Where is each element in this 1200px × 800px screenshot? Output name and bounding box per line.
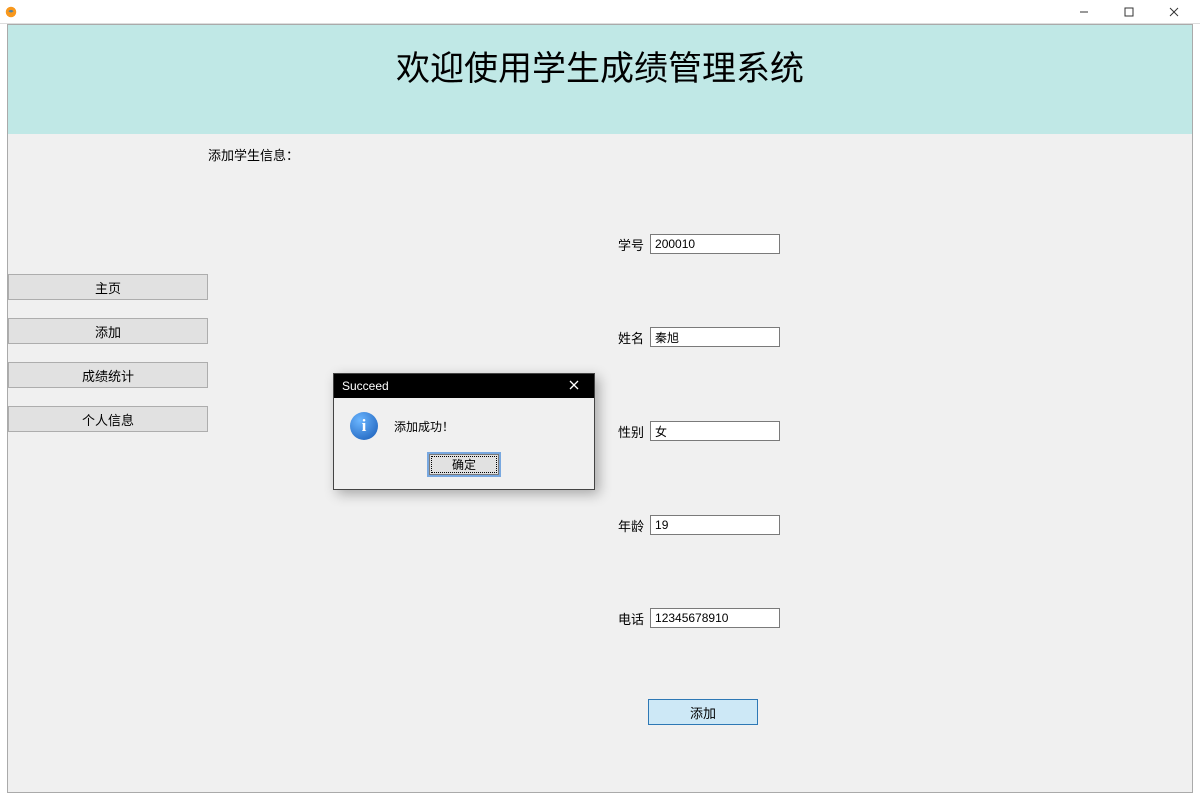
input-phone[interactable] bbox=[650, 608, 780, 628]
window-close-button[interactable] bbox=[1151, 0, 1196, 24]
field-phone: 电话 bbox=[618, 608, 780, 628]
sidebar-item-home[interactable]: 主页 bbox=[8, 274, 208, 300]
field-gender: 性别 bbox=[618, 421, 780, 441]
field-name: 姓名 bbox=[618, 327, 780, 347]
dialog-ok-button[interactable]: 确定 bbox=[429, 454, 499, 475]
submit-add-button[interactable]: 添加 bbox=[648, 699, 758, 725]
window-minimize-button[interactable] bbox=[1061, 0, 1106, 24]
dialog-titlebar: Succeed bbox=[334, 374, 594, 398]
sidebar-item-profile[interactable]: 个人信息 bbox=[8, 406, 208, 432]
header-banner: 欢迎使用学生成绩管理系统 bbox=[8, 25, 1192, 134]
dialog-title: Succeed bbox=[342, 379, 389, 393]
field-student-id: 学号 bbox=[618, 234, 780, 254]
page-title: 欢迎使用学生成绩管理系统 bbox=[396, 41, 804, 90]
input-age[interactable] bbox=[650, 515, 780, 535]
sidebar-item-stats[interactable]: 成绩统计 bbox=[8, 362, 208, 388]
input-student-id[interactable] bbox=[650, 234, 780, 254]
dialog-message: 添加成功！ bbox=[394, 418, 454, 435]
label-phone: 电话 bbox=[618, 609, 644, 628]
success-dialog: Succeed 添加成功！ 确定 bbox=[333, 373, 595, 490]
info-icon bbox=[350, 412, 378, 440]
content-area: 添加学生信息： 主页 添加 成绩统计 个人信息 学号 姓名 性别 年龄 电话 bbox=[8, 134, 1192, 792]
window-maximize-button[interactable] bbox=[1106, 0, 1151, 24]
section-label: 添加学生信息： bbox=[208, 145, 299, 164]
sidebar-item-add[interactable]: 添加 bbox=[8, 318, 208, 344]
label-gender: 性别 bbox=[618, 422, 644, 441]
field-age: 年龄 bbox=[618, 515, 780, 535]
sidebar: 主页 添加 成绩统计 个人信息 bbox=[8, 274, 208, 432]
dialog-close-button[interactable] bbox=[562, 379, 586, 393]
label-name: 姓名 bbox=[618, 328, 644, 347]
app-frame: 欢迎使用学生成绩管理系统 添加学生信息： 主页 添加 成绩统计 个人信息 学号 … bbox=[7, 24, 1193, 793]
input-name[interactable] bbox=[650, 327, 780, 347]
java-app-icon bbox=[4, 5, 18, 19]
label-age: 年龄 bbox=[618, 516, 644, 535]
label-student-id: 学号 bbox=[618, 235, 644, 254]
input-gender[interactable] bbox=[650, 421, 780, 441]
window-titlebar bbox=[0, 0, 1200, 24]
